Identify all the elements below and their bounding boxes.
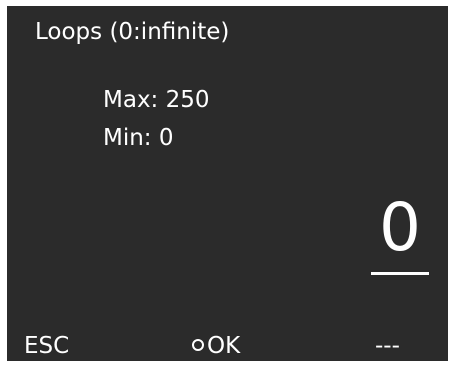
esc-softkey[interactable]: ESC — [24, 331, 69, 361]
ok-softkey[interactable]: OK — [192, 331, 240, 361]
ok-circle-icon — [192, 338, 204, 351]
right-softkey[interactable]: --- — [375, 331, 400, 361]
loop-count-editor[interactable]: 0 — [371, 192, 429, 275]
loop-count-value[interactable]: 0 — [371, 192, 429, 264]
ok-softkey-label: OK — [207, 333, 241, 359]
screen-title: Loops (0:infinite) — [35, 19, 230, 45]
max-value-label: Max: 250 — [103, 87, 210, 113]
loops-setting-screen: Loops (0:infinite) Max: 250 Min: 0 0 ESC… — [7, 6, 448, 361]
edit-cursor-underline — [371, 272, 429, 275]
min-value-label: Min: 0 — [103, 125, 174, 151]
